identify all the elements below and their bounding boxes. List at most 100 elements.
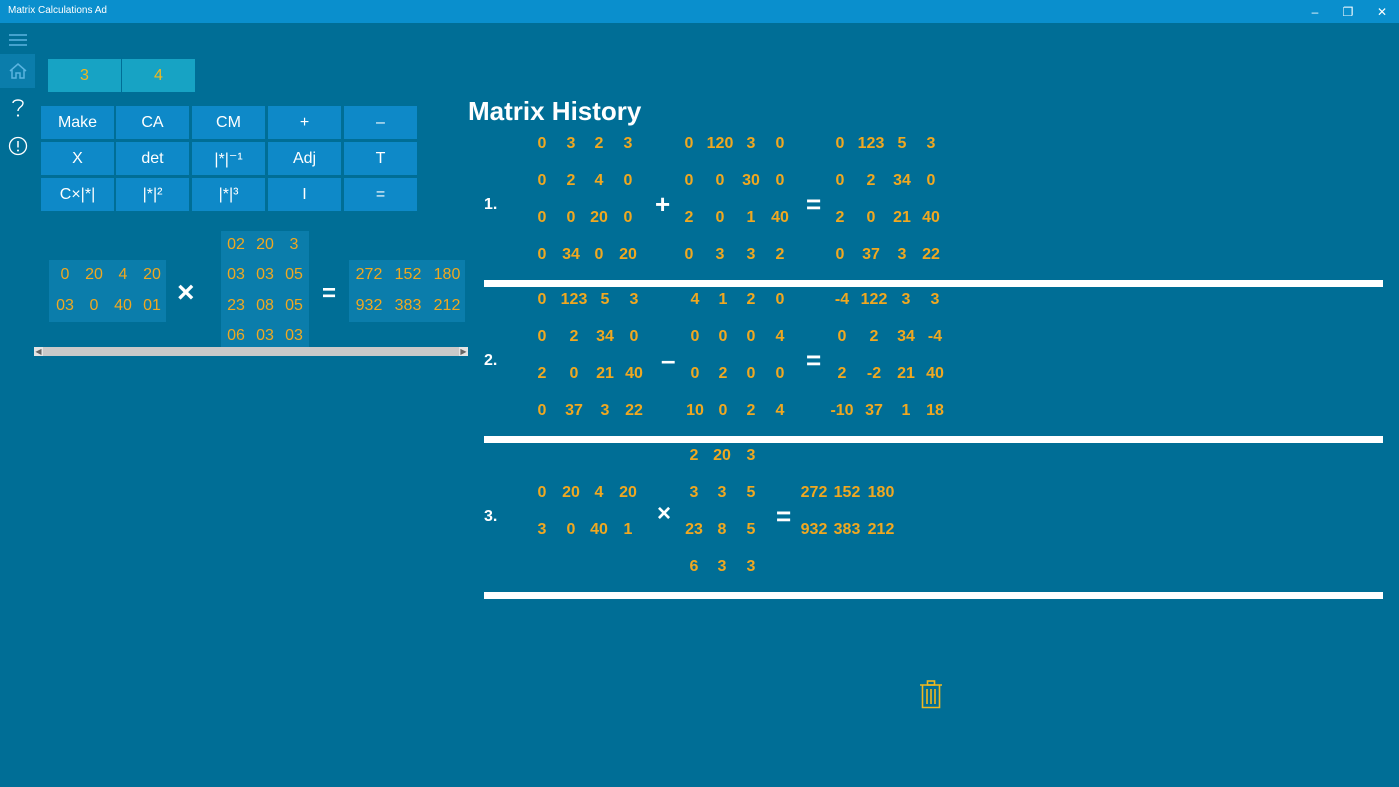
matrix-a-cell[interactable]: 03 xyxy=(50,297,80,315)
history-result-cell: 152 xyxy=(833,484,861,501)
history-operator: – xyxy=(661,345,676,375)
matrix-a-cell[interactable]: 01 xyxy=(137,297,167,315)
key-button[interactable]: |*|⁻¹ xyxy=(192,142,265,175)
history-matrix-a-cell: 123 xyxy=(560,291,588,308)
history-separator xyxy=(484,436,1383,443)
matrix-b-cell[interactable]: 03 xyxy=(221,266,251,284)
history-matrix-a-cell: 2 xyxy=(537,365,547,382)
matrix-a-cell[interactable]: 0 xyxy=(79,297,109,315)
history-matrix-a-cell: 3 xyxy=(623,135,633,152)
rows-input[interactable]: 3 xyxy=(48,59,121,92)
history-separator xyxy=(484,592,1383,599)
minimize-button[interactable]: – xyxy=(1298,0,1332,23)
history-result-cell: 180 xyxy=(867,484,895,501)
history-result-cell: 37 xyxy=(865,402,883,419)
key-button[interactable]: det xyxy=(116,142,189,175)
equals-operator: = xyxy=(322,280,337,307)
history-matrix-b-cell: 0 xyxy=(775,172,785,189)
hamburger-icon[interactable] xyxy=(0,23,35,57)
matrix-b-cell[interactable]: 03 xyxy=(250,266,280,284)
info-icon[interactable] xyxy=(0,129,35,163)
matrix-b-cell[interactable]: 05 xyxy=(279,266,309,284)
history-result-cell: 383 xyxy=(833,521,861,538)
history-result-cell: 212 xyxy=(867,521,895,538)
history-matrix-b-cell: 120 xyxy=(706,135,734,152)
history-result-cell: 932 xyxy=(800,521,828,538)
history-separator xyxy=(484,280,1383,287)
matrix-b-cell[interactable]: 23 xyxy=(221,297,251,315)
window-title: Matrix Calculations Ad xyxy=(8,5,107,16)
matrix-a-cell[interactable]: 20 xyxy=(137,266,167,284)
history-matrix-a-cell: 3 xyxy=(629,291,639,308)
matrix-a-cell[interactable]: 20 xyxy=(79,266,109,284)
matrix-a-cell[interactable]: 4 xyxy=(108,266,138,284)
result-cell: 152 xyxy=(394,266,422,283)
key-button[interactable]: + xyxy=(268,106,341,139)
history-matrix-a-cell: 0 xyxy=(537,402,547,419)
history-result-cell: 0 xyxy=(837,328,847,345)
history-result-cell: 3 xyxy=(930,291,940,308)
key-button[interactable]: – xyxy=(344,106,417,139)
horizontal-scrollbar[interactable]: ◀ ▶ xyxy=(34,347,468,356)
matrix-b-cell[interactable]: 05 xyxy=(279,297,309,315)
matrix-a-cell[interactable]: 40 xyxy=(108,297,138,315)
result-cell: 212 xyxy=(433,297,461,314)
matrix-b-cell[interactable]: 03 xyxy=(250,327,280,345)
matrix-b-cell[interactable]: 3 xyxy=(279,236,309,254)
history-result-cell: 0 xyxy=(835,172,845,189)
history-entry-number: 1. xyxy=(484,196,498,213)
history-matrix-a-cell: 0 xyxy=(629,328,639,345)
history-result-cell: 3 xyxy=(926,135,936,152)
key-button[interactable]: X xyxy=(41,142,114,175)
scroll-left-icon[interactable]: ◀ xyxy=(34,347,43,356)
history-matrix-b-cell: 4 xyxy=(775,402,785,419)
key-button[interactable]: C×|*| xyxy=(41,178,114,211)
history-matrix-a-cell: 0 xyxy=(623,209,633,226)
history-result-cell: 0 xyxy=(926,172,936,189)
key-button[interactable]: T xyxy=(344,142,417,175)
help-icon[interactable] xyxy=(0,91,35,125)
history-matrix-b-cell: 0 xyxy=(715,209,725,226)
matrix-b-cell[interactable]: 08 xyxy=(250,297,280,315)
trash-icon[interactable] xyxy=(919,680,943,709)
history-entry-number: 3. xyxy=(484,508,498,525)
key-button[interactable]: CM xyxy=(192,106,265,139)
cols-input[interactable]: 4 xyxy=(122,59,195,92)
result-cell: 383 xyxy=(394,297,422,314)
matrix-b-cell[interactable]: 06 xyxy=(221,327,251,345)
key-button[interactable]: |*|³ xyxy=(192,178,265,211)
matrix-a-cell[interactable]: 0 xyxy=(50,266,80,284)
history-matrix-a-cell: 0 xyxy=(537,291,547,308)
title-bar: Matrix Calculations Ad – ❐ ✕ xyxy=(0,0,1399,23)
matrix-b-cell[interactable]: 03 xyxy=(279,327,309,345)
restore-button[interactable]: ❐ xyxy=(1331,0,1365,23)
history-result-cell: 40 xyxy=(922,209,940,226)
key-button[interactable]: |*|² xyxy=(116,178,189,211)
history-matrix-b-cell: 3 xyxy=(715,246,725,263)
key-button[interactable]: I xyxy=(268,178,341,211)
matrix-b-cell[interactable]: 20 xyxy=(250,236,280,254)
history-matrix-b-cell: 5 xyxy=(746,521,756,538)
history-entry-number: 2. xyxy=(484,352,498,369)
history-matrix-a-cell: 22 xyxy=(625,402,643,419)
history-matrix-b-cell: 0 xyxy=(684,135,694,152)
key-button[interactable]: Adj xyxy=(268,142,341,175)
key-button[interactable]: = xyxy=(344,178,417,211)
result-cell: 180 xyxy=(433,266,461,283)
home-icon[interactable] xyxy=(0,54,35,88)
history-matrix-a-cell: 1 xyxy=(623,521,633,538)
history-title: Matrix History xyxy=(468,96,642,126)
history-equals: = xyxy=(806,189,822,219)
history-result-cell: 2 xyxy=(835,209,845,226)
close-button[interactable]: ✕ xyxy=(1365,0,1399,23)
history-result-cell: 2 xyxy=(866,172,876,189)
history-result-cell: -2 xyxy=(866,365,882,382)
history-result-cell: -10 xyxy=(830,402,854,419)
history-matrix-b-cell: 3 xyxy=(746,558,756,575)
history-matrix-b-cell: 0 xyxy=(775,291,785,308)
key-button[interactable]: CA xyxy=(116,106,189,139)
key-button[interactable]: Make xyxy=(41,106,114,139)
matrix-b-cell[interactable]: 02 xyxy=(221,236,251,254)
scroll-right-icon[interactable]: ▶ xyxy=(459,347,468,356)
result-cell: 272 xyxy=(355,266,383,283)
